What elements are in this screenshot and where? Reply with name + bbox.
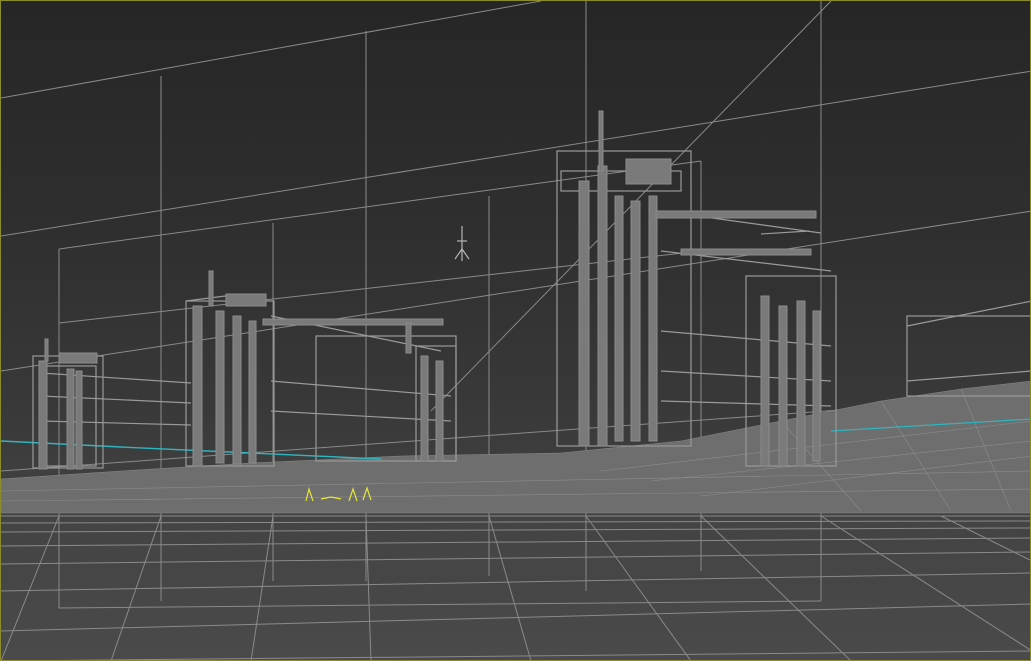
distant-structure[interactable] <box>906 300 1031 397</box>
construction-plane-grid <box>1 1 1030 609</box>
gantry-structure-center[interactable] <box>185 270 457 467</box>
home-grid <box>1 515 1030 660</box>
perspective-viewport[interactable] <box>0 0 1031 661</box>
light-helper-icon[interactable] <box>454 226 470 261</box>
gantry-structure-right[interactable] <box>556 110 837 467</box>
scene-canvas[interactable] <box>1 1 1031 661</box>
